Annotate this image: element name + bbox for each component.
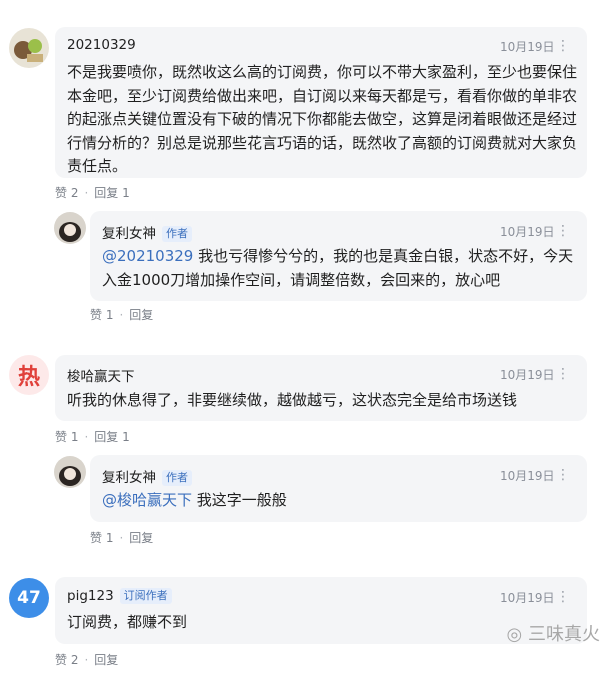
comment-time: 10月19日 <box>500 591 555 605</box>
comment-actions: 赞 1 · 回复 1 <box>55 430 130 444</box>
reply-button[interactable]: 回复 1 <box>94 186 129 200</box>
avatar[interactable]: 热 <box>9 355 49 395</box>
author-avatar[interactable] <box>54 212 86 244</box>
reply-text: @20210329 我也亏得惨兮兮的，我的也是真金白银，状态不好，今天入金100… <box>102 245 580 292</box>
comment-author[interactable]: 20210329 <box>67 37 136 53</box>
like-button[interactable]: 赞 1 <box>90 531 113 545</box>
reply-body: 我这字一般般 <box>192 491 287 509</box>
reply-time: 10月19日 <box>500 225 555 239</box>
author-avatar[interactable] <box>54 456 86 488</box>
avatar-image <box>9 28 49 68</box>
like-button[interactable]: 赞 2 <box>55 186 78 200</box>
like-button[interactable]: 赞 1 <box>55 430 78 444</box>
like-button[interactable]: 赞 2 <box>55 653 78 667</box>
reply-actions: 赞 1 · 回复 <box>90 308 154 322</box>
reply-author[interactable]: 复利女神 作者 <box>102 222 192 242</box>
comment-author[interactable]: pig123 订阅作者 <box>67 588 172 604</box>
avatar-image <box>54 212 86 244</box>
author-badge: 作者 <box>162 226 192 242</box>
reply-author[interactable]: 复利女神 作者 <box>102 466 192 486</box>
watermark: ◎ 三味真火 <box>507 620 600 646</box>
subscriber-badge: 订阅作者 <box>119 588 172 604</box>
comment-text: 听我的休息得了，非要继续做，越做越亏，这状态完全是给市场送钱 <box>67 391 518 409</box>
comment-time: 10月19日 <box>500 40 555 54</box>
like-button[interactable]: 赞 1 <box>90 308 113 322</box>
comment-actions: 赞 2 · 回复 <box>55 653 119 667</box>
more-dots-icon[interactable]: ⋮ <box>556 468 571 482</box>
mention-link[interactable]: @20210329 <box>102 247 193 265</box>
avatar[interactable]: 47 <box>9 578 49 618</box>
reply-button[interactable]: 回复 <box>129 531 153 545</box>
mention-link[interactable]: @梭哈赢天下 <box>102 491 192 509</box>
reply-button[interactable]: 回复 <box>129 308 153 322</box>
watermark-text: 三味真火 <box>528 624 600 645</box>
weibo-logo-icon: ◎ <box>506 624 523 645</box>
reply-author-name[interactable]: 复利女神 <box>102 226 156 242</box>
avatar-image <box>54 456 86 488</box>
more-dots-icon[interactable]: ⋮ <box>556 367 571 381</box>
comment-text: 不是我要喷你，既然收这么高的订阅费，你可以不带大家盈利，至少也要保住本金吧，至少… <box>67 63 578 175</box>
reply-author-name[interactable]: 复利女神 <box>102 470 156 486</box>
reply-actions: 赞 1 · 回复 <box>90 531 154 545</box>
more-dots-icon[interactable]: ⋮ <box>556 224 571 238</box>
reply-text: @梭哈赢天下 我这字一般般 <box>102 489 580 513</box>
avatar[interactable] <box>9 28 49 68</box>
reply-button[interactable]: 回复 <box>94 653 118 667</box>
reply-time: 10月19日 <box>500 469 555 483</box>
comment-actions: 赞 2 · 回复 1 <box>55 186 130 200</box>
author-badge: 作者 <box>162 470 192 486</box>
more-dots-icon[interactable]: ⋮ <box>556 39 571 53</box>
comment-author-name[interactable]: pig123 <box>67 588 114 604</box>
comment-text: 订阅费，都赚不到 <box>67 613 188 631</box>
comment-author[interactable]: 梭哈赢天下 <box>67 365 135 385</box>
more-dots-icon[interactable]: ⋮ <box>556 590 571 604</box>
comment-time: 10月19日 <box>500 368 555 382</box>
reply-button[interactable]: 回复 1 <box>94 430 129 444</box>
